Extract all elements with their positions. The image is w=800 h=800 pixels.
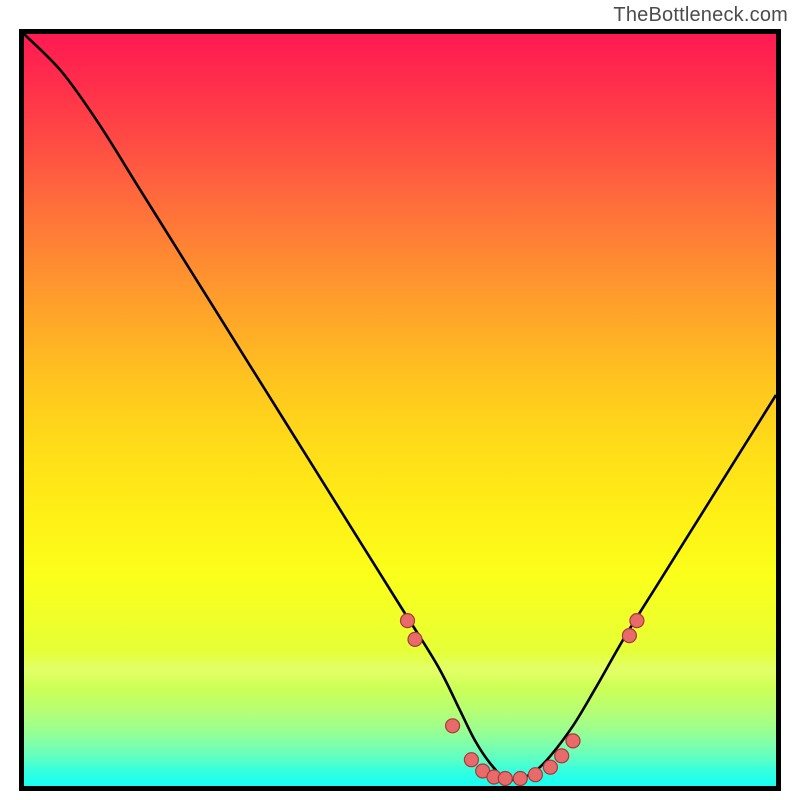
chart-container	[19, 29, 781, 791]
curve-marker	[622, 629, 636, 643]
curve-marker	[446, 719, 460, 733]
curve-marker	[566, 734, 580, 748]
curve-marker	[555, 749, 569, 763]
bottleneck-curve-path	[24, 34, 776, 780]
curve-marker	[630, 614, 644, 628]
watermark-text: TheBottleneck.com	[613, 4, 788, 27]
curve-marker	[543, 760, 557, 774]
curve-marker	[498, 772, 512, 786]
curve-marker	[464, 753, 478, 767]
curve-marker	[513, 772, 527, 786]
bottleneck-chart-svg	[24, 34, 776, 786]
marker-group	[401, 614, 644, 786]
curve-marker	[401, 614, 415, 628]
curve-marker	[528, 768, 542, 782]
curve-marker	[408, 632, 422, 646]
